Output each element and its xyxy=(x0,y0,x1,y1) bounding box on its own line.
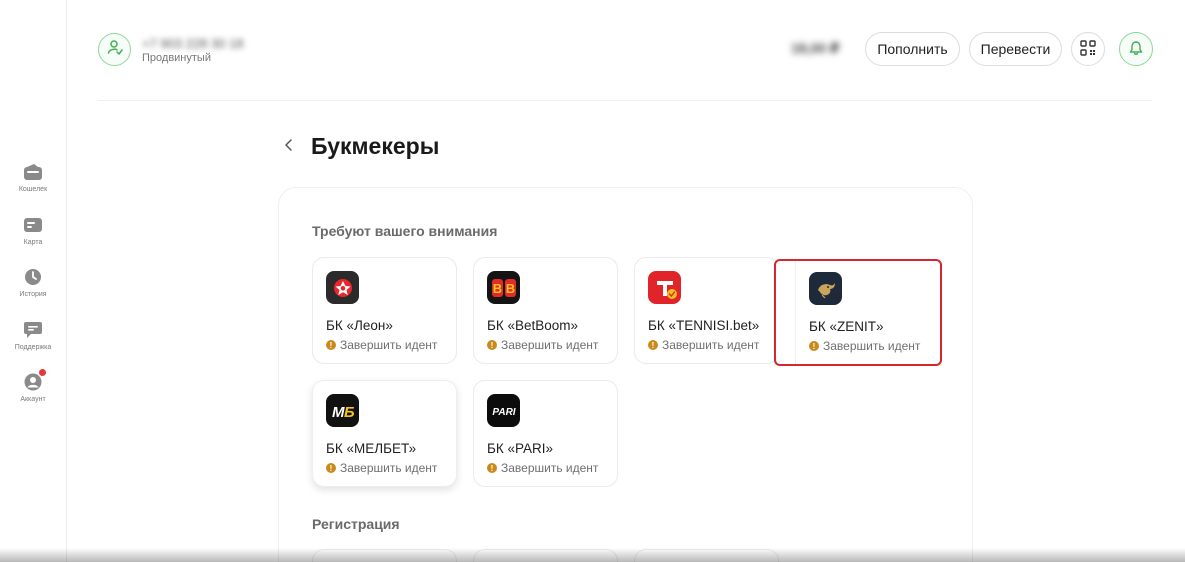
betboom-logo-icon: BB xyxy=(487,271,520,304)
wallet-icon xyxy=(23,162,43,182)
svg-text:B: B xyxy=(492,281,501,296)
sidebar-item-label: Аккаунт xyxy=(20,396,46,403)
bookmaker-name: БК «TENNISI.bet» xyxy=(648,318,760,333)
warning-icon: ! xyxy=(809,341,819,351)
zenit-logo-icon xyxy=(809,272,842,305)
chat-icon xyxy=(23,320,43,340)
bookmaker-card-leon[interactable]: БК «Леон» ! Завершить идент xyxy=(312,257,457,364)
user-avatar-button[interactable] xyxy=(98,33,131,66)
bookmaker-card-betboom[interactable]: BB БК «BetBoom» ! Завершить идент xyxy=(473,257,618,364)
melbet-logo-icon: MБ xyxy=(326,394,359,427)
sidebar-item-wallet[interactable]: Кошелек xyxy=(0,162,66,193)
bookmaker-status: ! Завершить идент xyxy=(326,461,437,475)
sidebar-item-label: История xyxy=(19,291,47,298)
svg-text:B: B xyxy=(505,281,514,296)
bookmaker-name: БК «МЕЛБЕТ» xyxy=(326,441,417,456)
wallet-balance: 18,00 ₽ xyxy=(791,40,840,56)
warning-icon: ! xyxy=(648,340,658,350)
svg-text:Б: Б xyxy=(344,404,355,420)
notifications-button[interactable] xyxy=(1119,32,1153,66)
sidebar-item-support[interactable]: Поддержка xyxy=(0,320,66,351)
warning-icon: ! xyxy=(326,463,336,473)
section-title-attention: Требуют вашего внимания xyxy=(312,223,498,239)
sidebar-item-card[interactable]: Карта xyxy=(0,215,66,246)
transfer-button[interactable]: Перевести xyxy=(969,32,1062,66)
bookmaker-card-tennisi[interactable]: БК «TENNISI.bet» ! Завершить идент xyxy=(634,257,779,364)
account-icon xyxy=(23,369,46,392)
registration-card[interactable] xyxy=(473,549,618,562)
leon-logo-icon xyxy=(326,271,359,304)
tennisi-logo-icon xyxy=(648,271,681,304)
bookmakers-panel xyxy=(278,187,973,562)
topup-button[interactable]: Пополнить xyxy=(865,32,960,66)
bookmaker-status: ! Завершить идент xyxy=(487,338,598,352)
chevron-left-icon xyxy=(284,138,294,157)
user-status: Продвинутый xyxy=(142,52,211,64)
registration-card[interactable] xyxy=(634,549,779,562)
registration-card[interactable] xyxy=(312,549,457,562)
page-title: Букмекеры xyxy=(311,133,440,159)
user-verified-icon xyxy=(107,39,123,60)
sidebar-item-label: Карта xyxy=(23,239,43,246)
qr-scan-icon xyxy=(1080,39,1096,59)
bookmaker-name: БК «ZENIT» xyxy=(809,319,884,334)
bookmaker-card-pari[interactable]: PARI БК «PARI» ! Завершить идент xyxy=(473,380,618,487)
user-phone: +7 903 228 30 18 xyxy=(142,36,244,51)
bookmaker-status: ! Завершить идент xyxy=(487,461,598,475)
clock-icon xyxy=(23,267,43,287)
header-divider xyxy=(98,100,1152,101)
warning-icon: ! xyxy=(487,340,497,350)
bookmaker-status: ! Завершить идент xyxy=(648,338,759,352)
pari-logo-icon: PARI xyxy=(487,394,520,427)
bookmaker-card-melbet[interactable]: MБ БК «МЕЛБЕТ» ! Завершить идент xyxy=(312,380,457,487)
bell-icon xyxy=(1128,40,1144,59)
sidebar-item-label: Кошелек xyxy=(18,186,48,193)
card-divider xyxy=(795,261,796,364)
back-button[interactable] xyxy=(280,138,298,156)
bookmaker-name: БК «PARI» xyxy=(487,441,553,456)
section-title-registration: Регистрация xyxy=(312,516,400,532)
notification-badge xyxy=(39,369,46,376)
sidebar-item-label: Поддержка xyxy=(14,344,52,351)
warning-icon: ! xyxy=(487,463,497,473)
bookmaker-status: ! Завершить идент xyxy=(809,339,920,353)
sidebar-item-history[interactable]: История xyxy=(0,267,66,298)
sidebar: Кошелек Карта История Поддержка Аккаунт xyxy=(0,0,67,562)
bookmaker-card-zenit[interactable]: БК «ZENIT» ! Завершить идент xyxy=(774,259,942,366)
qr-scan-button[interactable] xyxy=(1071,32,1105,66)
bookmaker-name: БК «BetBoom» xyxy=(487,318,579,333)
app-window: Кошелек Карта История Поддержка Аккаунт … xyxy=(0,0,1185,562)
svg-text:PARI: PARI xyxy=(492,407,515,418)
bookmaker-name: БК «Леон» xyxy=(326,318,393,333)
bookmaker-status: ! Завершить идент xyxy=(326,338,437,352)
card-icon xyxy=(23,215,43,235)
warning-icon: ! xyxy=(326,340,336,350)
sidebar-item-account[interactable]: Аккаунт xyxy=(0,369,66,403)
